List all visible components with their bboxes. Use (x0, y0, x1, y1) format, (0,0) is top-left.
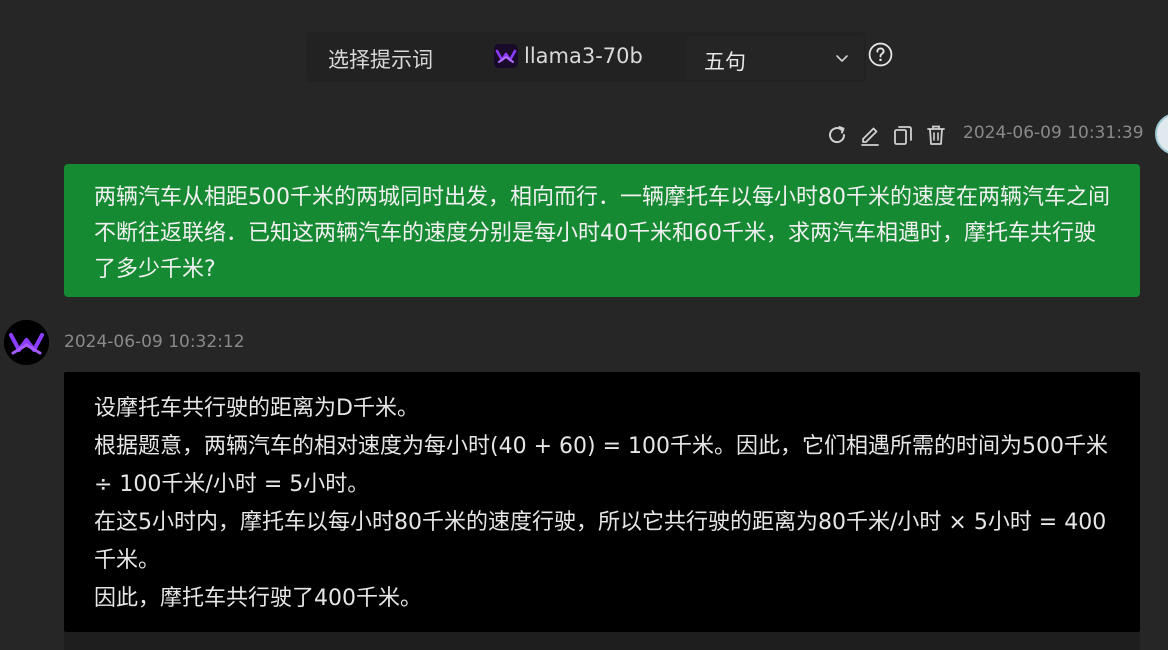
select-value: 五句 (704, 50, 746, 74)
bot-message-line: 在这5小时内，摩托车以每小时80千米的速度行驶，所以它共行驶的距离为80千米/小… (94, 510, 1107, 573)
question-circle-icon[interactable] (868, 42, 893, 67)
model-name: llama3-70b (524, 44, 643, 68)
bot-message-footer (64, 632, 1140, 650)
bot-message-line: 设摩托车共行驶的距离为D千米。 (94, 396, 419, 421)
user-message-bubble: 两辆汽车从相距500千米的两城同时出发，相向而行．一辆摩托车以每小时80千米的速… (64, 164, 1140, 297)
copy-icon[interactable] (892, 124, 914, 146)
meta-logo-icon (494, 44, 518, 68)
sentence-count-select[interactable]: 五句 (686, 36, 864, 80)
meta-logo-icon (4, 320, 49, 365)
edit-icon[interactable] (859, 124, 881, 146)
user-message-text: 两辆汽车从相距500千米的两城同时出发，相向而行．一辆摩托车以每小时80千米的速… (94, 185, 1110, 282)
bot-message-bubble: 设摩托车共行驶的距离为D千米。 根据题意，两辆汽车的相对速度为每小时(40 + … (64, 372, 1140, 632)
bot-avatar (4, 320, 49, 365)
user-avatar (1155, 113, 1168, 155)
delete-icon[interactable] (925, 124, 947, 146)
refresh-icon[interactable] (826, 124, 848, 146)
prompt-select-button[interactable]: 选择提示词 (328, 44, 433, 74)
bot-message-line: 因此，摩托车共行驶了400千米。 (94, 586, 422, 611)
top-toolbar: 选择提示词 llama3-70b 五句 (306, 32, 866, 82)
chevron-down-icon (836, 55, 848, 62)
bot-message-timestamp: 2024-06-09 10:32:12 (64, 332, 245, 352)
bot-message-line: 根据题意，两辆汽车的相对速度为每小时(40 + 60) = 100千米。因此，它… (94, 434, 1115, 497)
user-message-timestamp: 2024-06-09 10:31:39 (963, 123, 1144, 143)
model-selector[interactable]: llama3-70b (494, 44, 643, 68)
